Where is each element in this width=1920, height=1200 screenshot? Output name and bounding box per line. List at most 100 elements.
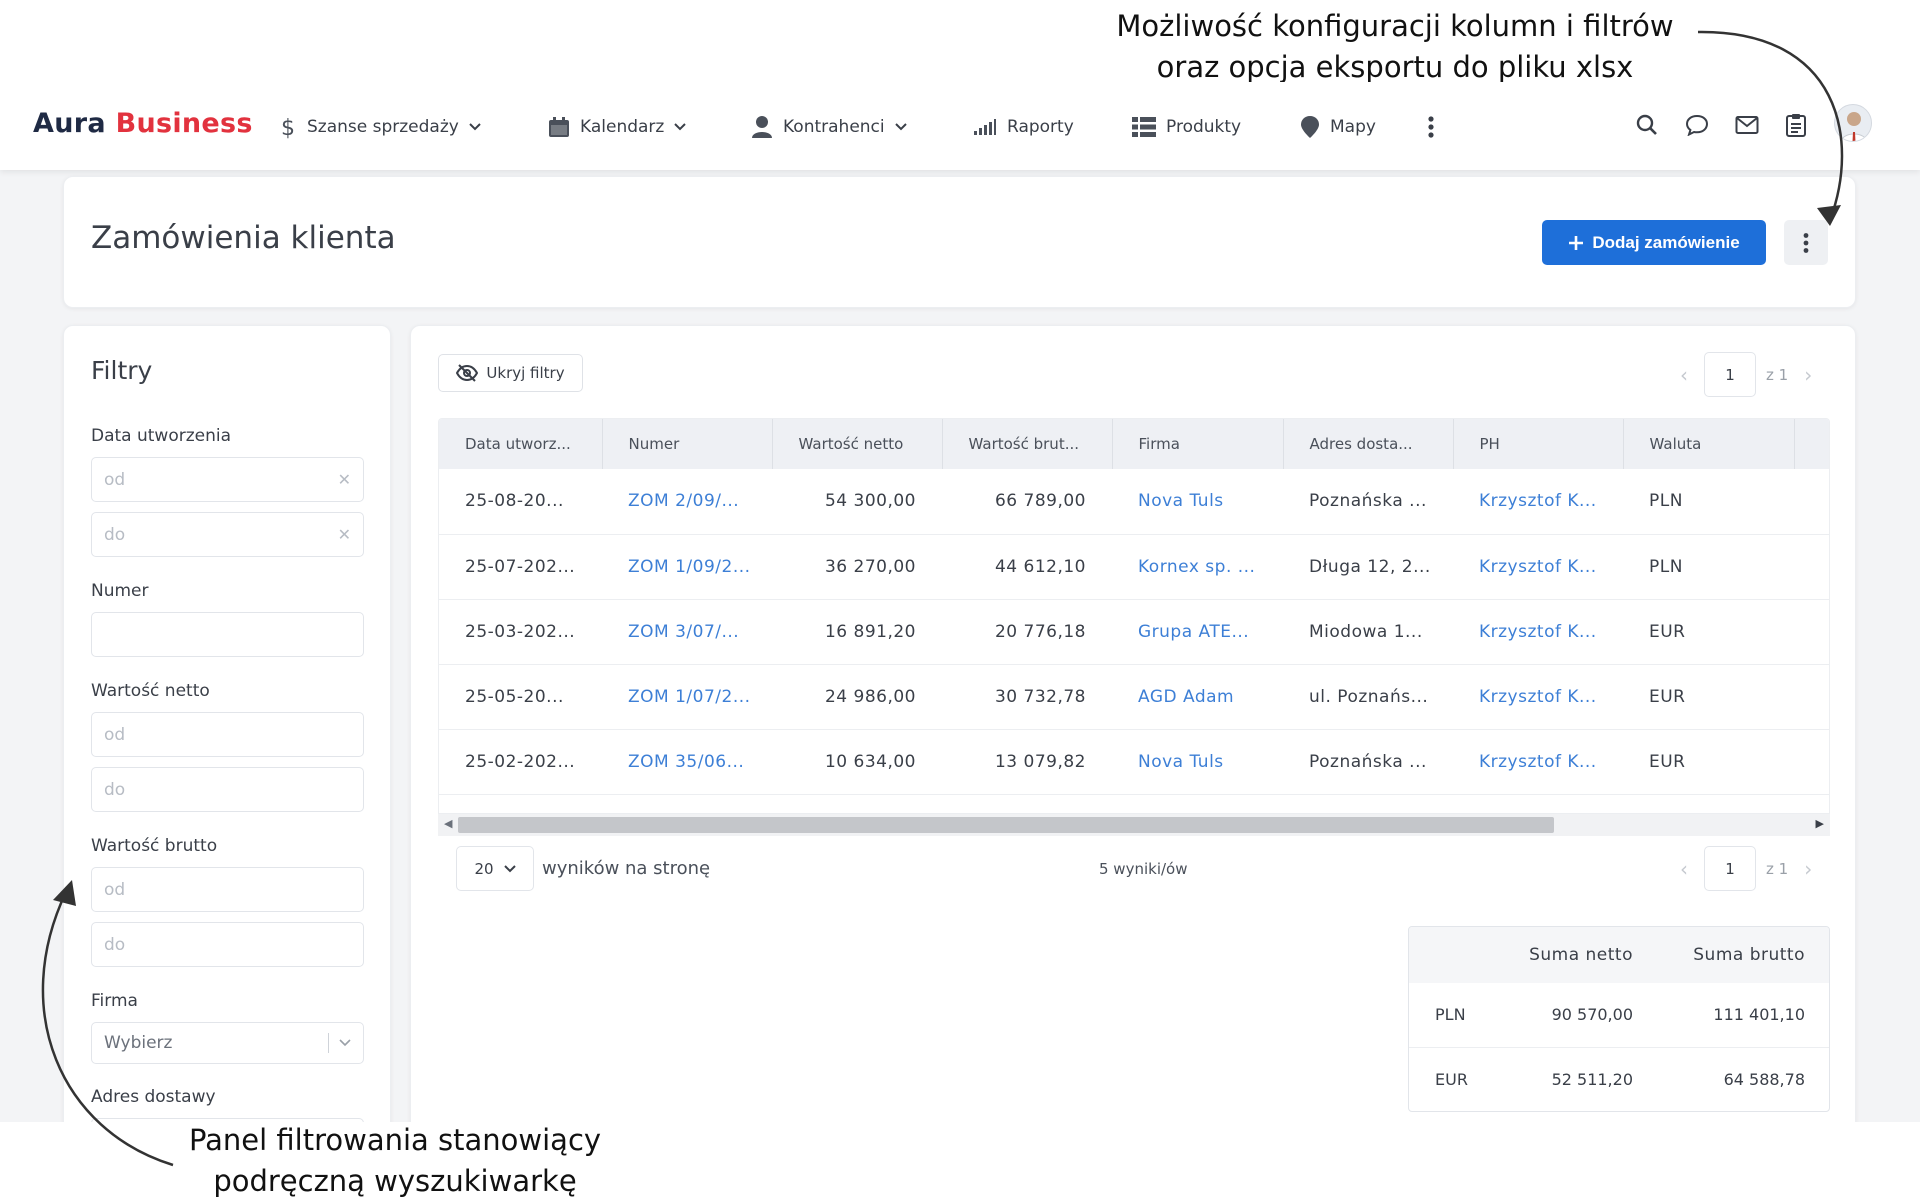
cell-company[interactable]: Nova Tuls [1112,469,1283,535]
cell-company[interactable]: Nova Tuls [1112,729,1283,795]
column-header[interactable]: Wartość brut... [942,419,1113,469]
per-page-label: wyników na stronę [542,858,711,879]
brand-part1: Aura [33,108,106,139]
nav-item-szanse[interactable]: $ Szanse sprzedaży [279,112,481,142]
avatar[interactable] [1834,104,1872,142]
column-header[interactable]: Numer [602,419,773,469]
cell-number[interactable]: ZOM 35/06... [602,729,772,795]
cell-currency: EUR [1623,729,1794,795]
pagination-top: ‹ 1 z 1 › [1674,352,1818,397]
search-button[interactable] [1630,108,1664,142]
nav-label-raporty: Raporty [1007,117,1074,137]
net-to-input[interactable]: do [91,767,364,812]
company-select[interactable]: Wybierz [91,1022,364,1064]
nav-item-mapy[interactable]: Mapy [1300,112,1376,142]
cell-ph[interactable]: Krzysztof K... [1453,664,1623,730]
cell-ph[interactable]: Krzysztof K... [1453,599,1623,665]
add-order-label: Dodaj zamówienie [1592,232,1740,252]
clear-icon[interactable]: ✕ [338,525,351,544]
next-page-icon[interactable]: › [1798,363,1818,387]
cell-ph[interactable]: Krzysztof K... [1453,469,1623,535]
cell-currency: PLN [1623,469,1794,535]
cell-address: Długa 12, 2... [1283,534,1453,600]
hide-filters-button[interactable]: Ukryj filtry [438,354,583,392]
summary-currency: PLN [1409,983,1519,1048]
select-controls [328,1033,351,1053]
cell-gross: 20 776,18 [942,599,1112,665]
cell-number[interactable]: ZOM 2/09/... [602,469,772,535]
table-row[interactable]: 25-07-202... ZOM 1/09/2... 36 270,00 44 612… [439,534,1829,600]
column-config-menu-button[interactable] [1784,220,1828,265]
add-order-button[interactable]: Dodaj zamówienie [1542,220,1766,265]
cell-number[interactable]: ZOM 1/07/2... [602,664,772,730]
cell-company[interactable]: Grupa ATE... [1112,599,1283,665]
table-row[interactable]: 25-02-202... ZOM 35/06... 10 634,00 13 079,… [439,729,1829,795]
column-header[interactable]: Wartość netto [772,419,943,469]
prev-page-icon[interactable]: ‹ [1674,363,1694,387]
cell-company[interactable]: AGD Adam [1112,664,1283,730]
column-header[interactable]: Adres dosta... [1283,419,1454,469]
gross-to-input[interactable]: do [91,922,364,967]
calendar-icon [549,117,569,137]
scroll-right-icon[interactable]: ▶ [1816,817,1824,830]
cell-ph[interactable]: Krzysztof K... [1453,729,1623,795]
column-header[interactable]: Waluta [1623,419,1795,469]
chat-button[interactable] [1680,108,1714,142]
table-row[interactable]: 25-05-20... ZOM 1/07/2... 24 986,00 30 732,… [439,664,1829,730]
horizontal-scrollbar[interactable]: ◀ ▶ [438,814,1830,836]
company-placeholder: Wybierz [104,1033,173,1053]
number-input[interactable] [91,612,364,657]
page-number-input[interactable]: 1 [1704,352,1756,397]
summary-net: 52 511,20 [1519,1047,1659,1111]
chevron-down-icon [339,1039,351,1047]
column-header[interactable]: Data utworz... [439,419,603,469]
nav-item-kontrahenci[interactable]: Kontrahenci [751,112,907,142]
mail-button[interactable] [1730,108,1764,142]
nav-more-button[interactable] [1427,112,1435,142]
nav-item-raporty[interactable]: Raporty [973,112,1074,142]
nav-item-kalendarz[interactable]: Kalendarz [548,112,687,142]
summary-header-row: Suma netto Suma brutto [1409,927,1829,983]
cell-date: 25-07-202... [439,534,602,600]
app-window: Aura Business $ Szanse sprzedaży Kalenda… [0,82,1920,1122]
date-from-input[interactable]: od ✕ [91,457,364,502]
scrollbar-thumb[interactable] [458,817,1554,833]
net-from-input[interactable]: od [91,712,364,757]
nav-label-szanse: Szanse sprzedaży [307,117,459,137]
table-row[interactable]: 25-08-20... ZOM 2/09/... 54 300,00 66 789,0… [439,469,1829,535]
gross-from-input[interactable]: od [91,867,364,912]
person-icon [752,116,772,138]
per-page-select[interactable]: 20 [456,846,534,891]
next-page-icon[interactable]: › [1798,857,1818,881]
cell-date: 25-02-202... [439,729,602,795]
page-of-label: z 1 [1766,859,1789,878]
chat-icon [1685,114,1709,136]
clear-icon[interactable]: ✕ [338,470,351,489]
cell-net: 54 300,00 [772,469,942,535]
nav-item-produkty[interactable]: Produkty [1132,112,1241,142]
cell-number[interactable]: ZOM 1/09/2... [602,534,772,600]
gross-to-placeholder: do [104,934,126,955]
grid-list-icon [1132,117,1156,137]
summary-gross: 64 588,78 [1659,1047,1829,1111]
cell-number[interactable]: ZOM 3/07/... [602,599,772,665]
select-divider [328,1033,329,1053]
annotation-bottom: Panel filtrowania stanowiący podręczną w… [150,1120,640,1200]
page-number-input[interactable]: 1 [1704,846,1756,891]
cell-ph[interactable]: Krzysztof K... [1453,534,1623,600]
column-header[interactable]: Firma [1112,419,1284,469]
column-header[interactable]: PH [1453,419,1624,469]
kebab-vertical-icon [1803,232,1809,253]
cell-gross: 30 732,78 [942,664,1112,730]
scroll-left-icon[interactable]: ◀ [444,817,452,830]
prev-page-icon[interactable]: ‹ [1674,857,1694,881]
table-row[interactable]: 25-03-202... ZOM 3/07/... 16 891,20 20 776,… [439,599,1829,665]
column-header-extra [1794,419,1829,469]
filter-label-number: Numer [91,581,149,601]
brand-logo[interactable]: Aura Business [33,108,253,139]
cell-date: 25-05-20... [439,664,602,730]
clipboard-button[interactable] [1779,108,1813,142]
cell-company[interactable]: Kornex sp. ... [1112,534,1283,600]
date-to-input[interactable]: do ✕ [91,512,364,557]
page-header-card: Zamówienia klienta Dodaj zamówienie [63,176,1856,308]
